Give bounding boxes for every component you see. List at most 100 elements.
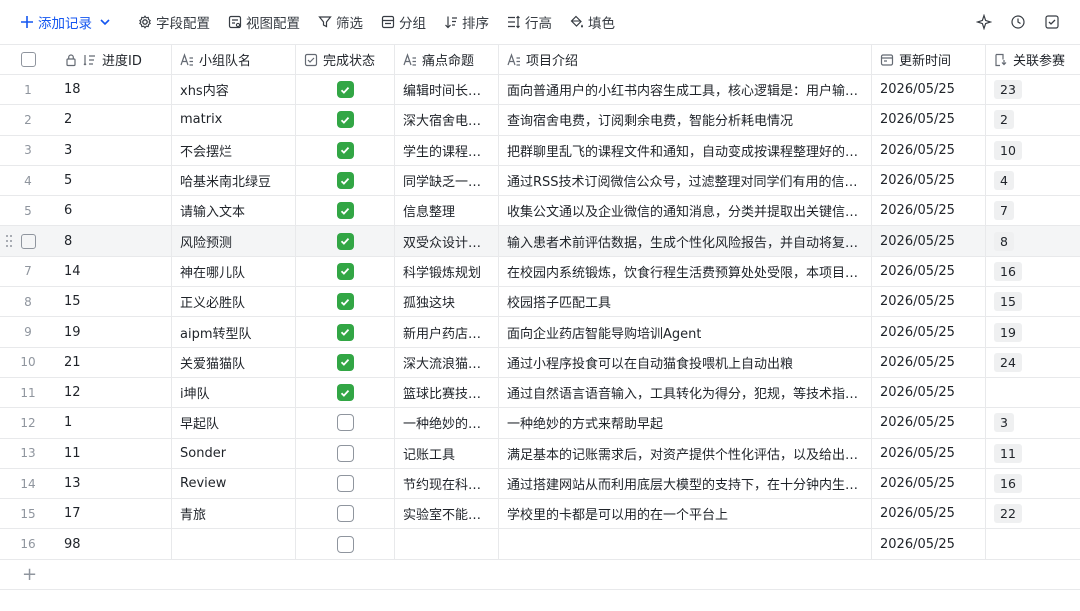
cell-pain[interactable]: 深大宿舍电… <box>395 105 499 135</box>
table-row[interactable]: 12 1 早起队 一种绝妙的… 一种绝妙的方式来帮助早起 2026/05/25 3 <box>0 408 1080 439</box>
cell-name[interactable]: 风险预测 <box>172 226 296 256</box>
done-checkbox[interactable] <box>336 232 354 250</box>
row-select-cell[interactable]: 8 <box>0 287 56 316</box>
cell-desc[interactable]: 满足基本的记账需求后，对资产提供个性化评估，以及给出… <box>499 438 872 468</box>
select-all-cell[interactable] <box>0 45 56 74</box>
cell-done[interactable] <box>296 196 395 226</box>
cell-rel[interactable]: 2 <box>986 105 1080 134</box>
cell-name[interactable]: 神在哪儿队 <box>172 256 296 287</box>
linked-record-tag[interactable]: 24 <box>994 352 1022 372</box>
row-height-button[interactable]: 行高 <box>507 8 552 36</box>
table-row[interactable]: 4 5 哈基米南北绿豆 同学缺乏一… 通过RSS技术订阅微信公众号，过滤整理对同学们有用… <box>0 165 1080 197</box>
drag-handle-icon[interactable] <box>5 234 13 248</box>
cell-rel[interactable]: 15 <box>986 287 1080 316</box>
cell-rel[interactable]: 4 <box>986 166 1080 195</box>
cell-rel[interactable]: 23 <box>986 75 1080 104</box>
cell-rel[interactable]: 8 <box>986 226 1080 255</box>
field-config-button[interactable]: 字段配置 <box>138 8 210 36</box>
cell-desc[interactable]: 校园搭子匹配工具 <box>499 287 872 317</box>
row-select-cell[interactable]: 1 <box>0 75 56 104</box>
column-header-name[interactable]: 小组队名 <box>172 45 296 74</box>
cell-name[interactable]: 正义必胜队 <box>172 287 296 317</box>
view-config-button[interactable]: 视图配置 <box>228 8 300 36</box>
row-select-checkbox[interactable] <box>20 233 36 249</box>
table-row[interactable]: 8+ 风险预测 双受众设计… 输入患者术前评估数据，生成个性化风险报告，并自动将复… 2… <box>0 226 1080 257</box>
row-select-cell[interactable]: 15 <box>0 499 56 528</box>
cell-desc[interactable]: 通过搭建网站从而利用底层大模型的支持下，在十分钟内生… <box>499 468 872 499</box>
cell-pain[interactable]: 实验室不能… <box>395 499 499 529</box>
table-row[interactable]: 10 21 关爱猫猫队 深大流浪猫… 通过小程序投食可以在自动猫食投喂机上自动出粮 202… <box>0 347 1080 378</box>
linked-record-tag[interactable]: 22 <box>994 504 1022 524</box>
cell-done[interactable] <box>296 287 395 317</box>
done-checkbox[interactable] <box>336 111 354 129</box>
row-select-cell[interactable]: 13 <box>0 439 56 468</box>
cell-time[interactable]: 2026/05/25 <box>872 468 986 499</box>
cell-desc[interactable]: 学校里的卡都是可以用的在一个平台上 <box>499 499 872 529</box>
cell-desc[interactable]: 在校园内系统锻炼，饮食行程生活费预算处处受限，本项目… <box>499 256 872 287</box>
cell-time[interactable]: 2026/05/25 <box>872 105 986 135</box>
table-row[interactable]: 1 18 xhs内容 编辑时间长… 面向普通用户的小红书内容生成工具，核心逻辑是：用户输… <box>0 75 1080 106</box>
cell-pain[interactable]: 学生的课程… <box>395 135 499 165</box>
cell-pain[interactable]: 篮球比赛技… <box>395 377 499 408</box>
cell-desc[interactable]: 通过小程序投食可以在自动猫食投喂机上自动出粮 <box>499 347 872 377</box>
cell-name[interactable]: Review <box>172 468 296 499</box>
column-header-time[interactable]: 更新时间 <box>872 45 986 74</box>
cell-time[interactable]: 2026/05/25 <box>872 256 986 287</box>
done-checkbox[interactable] <box>336 262 354 280</box>
cell-desc[interactable]: 查询宿舍电费，订阅剩余电费，智能分析耗电情况 <box>499 105 872 135</box>
cell-pain[interactable]: 科学锻炼规划 <box>395 256 499 287</box>
cell-rel[interactable]: 3 <box>986 408 1080 437</box>
cell-time[interactable]: 2026/05/25 <box>872 499 986 529</box>
done-checkbox[interactable] <box>336 505 354 523</box>
column-header-pain[interactable]: 痛点命题 <box>395 45 499 74</box>
cell-id[interactable]: 6 <box>56 196 172 226</box>
cell-time[interactable]: 2026/05/25 <box>872 226 986 256</box>
cell-name[interactable]: matrix <box>172 105 296 135</box>
done-checkbox[interactable] <box>336 172 354 190</box>
table-row[interactable]: 2 2 matrix 深大宿舍电… 查询宿舍电费，订阅剩余电费，智能分析耗电情况 2026… <box>0 105 1080 136</box>
row-select-cell[interactable] <box>0 226 56 255</box>
linked-record-tag[interactable]: 2 <box>994 110 1014 130</box>
cell-pain[interactable]: 新用户药店… <box>395 317 499 347</box>
cell-name[interactable]: 早起队 <box>172 408 296 438</box>
checklist-icon[interactable] <box>1044 14 1060 30</box>
cell-time[interactable]: 2026/05/25 <box>872 529 986 559</box>
history-icon[interactable] <box>1010 14 1026 30</box>
cell-id[interactable]: 2 <box>56 105 172 135</box>
table-row[interactable]: 15 17 青旅 实验室不能… 学校里的卡都是可以用的在一个平台上 2026/05/25 2… <box>0 499 1080 530</box>
done-checkbox[interactable] <box>336 202 354 220</box>
table-row[interactable]: 16 98 2026/05/25 <box>0 529 1080 560</box>
cell-rel[interactable]: 19 <box>986 317 1080 346</box>
row-select-cell[interactable]: 11 <box>0 378 56 407</box>
cell-rel[interactable]: 11 <box>986 439 1080 468</box>
cell-id[interactable]: 21 <box>56 347 172 377</box>
cell-id[interactable]: 14 <box>56 256 172 287</box>
row-select-cell[interactable]: 9 <box>0 317 56 346</box>
cell-time[interactable]: 2026/05/25 <box>872 196 986 226</box>
cell-done[interactable] <box>296 468 395 499</box>
row-select-cell[interactable]: 12 <box>0 408 56 437</box>
cell-done[interactable] <box>296 317 395 347</box>
cell-name[interactable]: xhs内容 <box>172 75 296 105</box>
cell-pain[interactable]: 深大流浪猫… <box>395 347 499 377</box>
cell-id[interactable]: 18 <box>56 75 172 105</box>
cell-done[interactable] <box>296 75 395 105</box>
cell-pain[interactable]: 双受众设计… <box>395 226 499 256</box>
cell-desc[interactable]: 输入患者术前评估数据，生成个性化风险报告，并自动将复… <box>499 226 872 256</box>
cell-done[interactable] <box>296 226 395 256</box>
table-row[interactable]: 13 11 Sonder 记账工具 满足基本的记账需求后，对资产提供个性化评估，以及给出… <box>0 438 1080 469</box>
cell-done[interactable] <box>296 377 395 408</box>
cell-done[interactable] <box>296 165 395 196</box>
cell-desc[interactable]: 把群聊里乱飞的课程文件和通知，自动变成按课程整理好的… <box>499 135 872 165</box>
cell-id[interactable]: 3 <box>56 135 172 165</box>
linked-record-tag[interactable]: 4 <box>994 171 1014 191</box>
linked-record-tag[interactable]: 11 <box>994 443 1022 463</box>
cell-done[interactable] <box>296 529 395 559</box>
cell-rel[interactable] <box>986 378 1080 407</box>
cell-time[interactable]: 2026/05/25 <box>872 408 986 438</box>
cell-id[interactable]: 12 <box>56 377 172 408</box>
cell-desc[interactable]: 通过自然语言语音输入，工具转化为得分，犯规，等技术指… <box>499 377 872 408</box>
row-select-cell[interactable]: 4 <box>0 166 56 195</box>
cell-name[interactable]: i坤队 <box>172 377 296 408</box>
linked-record-tag[interactable]: 10 <box>994 140 1022 160</box>
